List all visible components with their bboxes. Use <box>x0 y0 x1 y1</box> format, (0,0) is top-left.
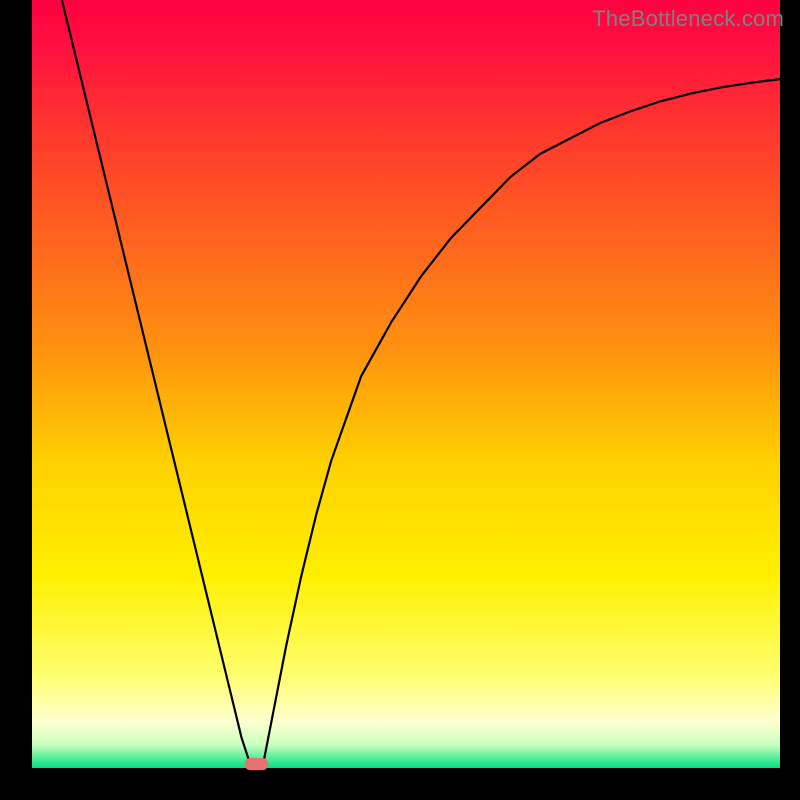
plot-background <box>32 0 780 768</box>
optimal-point-marker <box>244 758 268 770</box>
watermark-label: TheBottleneck.com <box>592 6 784 32</box>
frame-bottom <box>0 768 800 800</box>
frame-left <box>0 0 32 800</box>
bottleneck-chart <box>0 0 800 800</box>
frame-right <box>780 0 800 800</box>
chart-container: TheBottleneck.com <box>0 0 800 800</box>
